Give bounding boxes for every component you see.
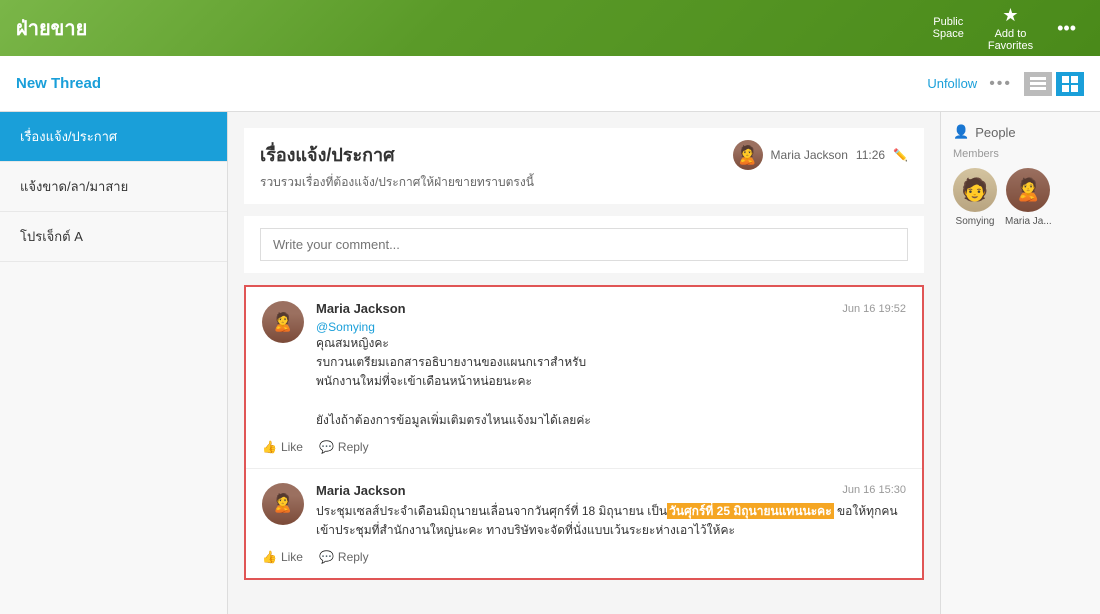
- thread-meta: 🙎 Maria Jackson 11:26 ✏️: [733, 140, 908, 170]
- public-space-label: Public Space: [925, 12, 972, 44]
- app-header: ฝ่ายขาย Public Space ★ Add to Favorites …: [0, 0, 1100, 56]
- thread-author-name: Maria Jackson: [771, 148, 848, 162]
- post-1-time: Jun 16 19:52: [842, 303, 906, 315]
- post-1-body: Maria Jackson Jun 16 19:52 @Somying คุณส…: [316, 301, 906, 430]
- post-1-actions: 👍 Like 💬 Reply: [262, 440, 906, 454]
- highlighted-text: วันศุกร์ที่ 25 มิถุนายนแทนนะคะ: [667, 503, 834, 519]
- members-list: 🧑 Somying 🙎 Maria Ja...: [953, 168, 1088, 227]
- post-2-actions: 👍 Like 💬 Reply: [262, 550, 906, 564]
- like-label-2: Like: [281, 550, 303, 564]
- list-view-button[interactable]: [1024, 72, 1052, 96]
- toolbar-more-button[interactable]: •••: [989, 75, 1012, 93]
- app-title: ฝ่ายขาย: [16, 12, 925, 44]
- like-icon-2: 👍: [262, 550, 277, 564]
- post-1-reply-button[interactable]: 💬 Reply: [319, 440, 369, 454]
- list-icon: [1030, 76, 1046, 92]
- unfollow-button[interactable]: Unfollow: [927, 76, 977, 91]
- content-area: เรื่องแจ้ง/ประกาศ รวบรวมเรื่องที่ต้องแจ้…: [228, 112, 940, 614]
- people-icon: 👤: [953, 124, 969, 140]
- add-favorites-label: Add to Favorites: [988, 28, 1033, 52]
- right-panel-title: 👤 People: [953, 124, 1088, 140]
- post-1-meta: Maria Jackson Jun 16 19:52: [316, 301, 906, 316]
- thread-title: เรื่องแจ้ง/ประกาศ: [260, 140, 721, 169]
- post-2-header: 🙎 Maria Jackson Jun 16 15:30 ประชุมเซลส์…: [262, 483, 906, 540]
- thread-author-avatar: 🙎: [733, 140, 763, 170]
- add-to-favorites-button[interactable]: ★ Add to Favorites: [980, 1, 1041, 56]
- star-icon: ★: [1002, 5, 1018, 26]
- new-thread-button[interactable]: New Thread: [16, 75, 927, 92]
- header-actions: Public Space ★ Add to Favorites •••: [925, 1, 1084, 56]
- post-1-text: คุณสมหญิงคะ รบกวนเตรียมเอกสารอธิบายงานขอ…: [316, 334, 906, 430]
- view-toggle: [1024, 72, 1084, 96]
- post-2: 🙎 Maria Jackson Jun 16 15:30 ประชุมเซลส์…: [246, 469, 922, 578]
- posts-container: 🙎 Maria Jackson Jun 16 19:52 @Somying คุ…: [244, 285, 924, 580]
- thread-time: 11:26: [856, 148, 885, 162]
- post-2-author: Maria Jackson: [316, 483, 406, 498]
- reply-icon: 💬: [319, 440, 334, 454]
- member-somying: 🧑 Somying: [953, 168, 997, 227]
- sidebar-item-announcements[interactable]: เรื่องแจ้ง/ประกาศ: [0, 112, 227, 162]
- sidebar-item-project-a[interactable]: โปรเจ็กต์ A: [0, 212, 227, 262]
- like-label: Like: [281, 440, 303, 454]
- toolbar: New Thread Unfollow •••: [0, 56, 1100, 112]
- post-2-text: ประชุมเซลส์ประจำเดือนมิถุนายนเลื่อนจากวั…: [316, 502, 906, 540]
- reply-icon-2: 💬: [319, 550, 334, 564]
- post-2-reply-button[interactable]: 💬 Reply: [319, 550, 369, 564]
- reply-label-2: Reply: [338, 550, 369, 564]
- member-maria: 🙎 Maria Ja...: [1005, 168, 1052, 227]
- post-1-author: Maria Jackson: [316, 301, 406, 316]
- thread-subtitle: รวบรวมเรื่องที่ต้องแจ้ง/ประกาศให้ฝ่ายขาย…: [260, 173, 721, 192]
- member-maria-name: Maria Ja...: [1005, 216, 1052, 227]
- grid-icon: [1062, 76, 1078, 92]
- member-somying-avatar: 🧑: [953, 168, 997, 212]
- post-1-avatar: 🙎: [262, 301, 304, 343]
- thread-header: เรื่องแจ้ง/ประกาศ รวบรวมเรื่องที่ต้องแจ้…: [244, 128, 924, 204]
- sidebar: เรื่องแจ้ง/ประกาศ แจ้งขาด/ลา/มาสาย โปรเจ…: [0, 112, 228, 614]
- post-2-body: Maria Jackson Jun 16 15:30 ประชุมเซลส์ปร…: [316, 483, 906, 540]
- reply-label: Reply: [338, 440, 369, 454]
- post-1: 🙎 Maria Jackson Jun 16 19:52 @Somying คุ…: [246, 287, 922, 469]
- members-label: Members: [953, 148, 1088, 160]
- post-2-like-button[interactable]: 👍 Like: [262, 550, 303, 564]
- grid-view-button[interactable]: [1056, 72, 1084, 96]
- header-more-button[interactable]: •••: [1049, 14, 1084, 43]
- thread-title-block: เรื่องแจ้ง/ประกาศ รวบรวมเรื่องที่ต้องแจ้…: [260, 140, 721, 192]
- member-somying-name: Somying: [956, 216, 995, 227]
- post-1-header: 🙎 Maria Jackson Jun 16 19:52 @Somying คุ…: [262, 301, 906, 430]
- right-panel: 👤 People Members 🧑 Somying 🙎 Maria Ja...: [940, 112, 1100, 614]
- comment-box: [244, 216, 924, 273]
- toolbar-right: Unfollow •••: [927, 72, 1084, 96]
- post-1-mention: @Somying: [316, 320, 906, 334]
- like-icon: 👍: [262, 440, 277, 454]
- comment-input[interactable]: [260, 228, 908, 261]
- post-2-time: Jun 16 15:30: [842, 484, 906, 496]
- post-2-meta: Maria Jackson Jun 16 15:30: [316, 483, 906, 498]
- main-layout: เรื่องแจ้ง/ประกาศ แจ้งขาด/ลา/มาสาย โปรเจ…: [0, 112, 1100, 614]
- sidebar-item-leave[interactable]: แจ้งขาด/ลา/มาสาย: [0, 162, 227, 212]
- post-1-like-button[interactable]: 👍 Like: [262, 440, 303, 454]
- post-2-avatar: 🙎: [262, 483, 304, 525]
- member-maria-avatar: 🙎: [1006, 168, 1050, 212]
- edit-icon[interactable]: ✏️: [893, 148, 908, 162]
